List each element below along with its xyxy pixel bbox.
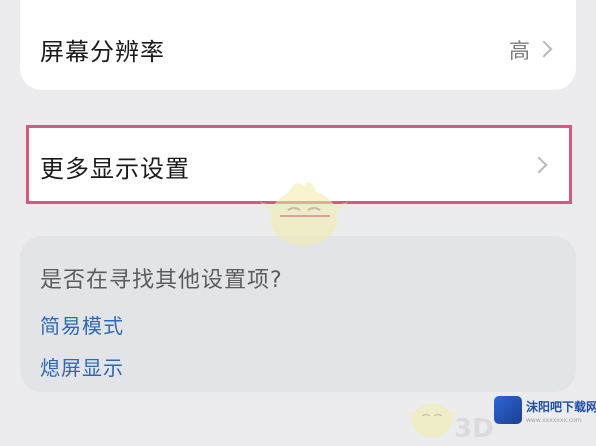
- mascot-watermark-small-icon: [405, 403, 459, 438]
- screen-resolution-value: 高: [509, 39, 530, 63]
- screen-resolution-label: 屏幕分辨率: [40, 38, 165, 66]
- more-display-settings-label: 更多显示设置: [40, 155, 190, 183]
- screen-resolution-row[interactable]: 屏幕分辨率 高: [20, 0, 576, 90]
- watermark-3d-text: 3D: [454, 414, 494, 444]
- site-logo-icon: [494, 396, 522, 424]
- simple-mode-link[interactable]: 简易模式: [40, 310, 124, 339]
- screen-off-display-link[interactable]: 熄屏显示: [40, 352, 124, 381]
- site-logo-subtext: www.xxxxxxx.com: [526, 417, 582, 424]
- chevron-right-icon: [535, 40, 553, 58]
- search-suggestions-card: 是否在寻找其他设置项? 简易模式 熄屏显示: [20, 236, 576, 392]
- mascot-watermark-icon: [260, 182, 348, 246]
- chevron-right-icon: [530, 156, 548, 174]
- site-logo: 沫阳吧下载网 www.xxxxxxx.com: [494, 396, 596, 436]
- search-suggestions-title: 是否在寻找其他设置项?: [40, 268, 283, 293]
- site-logo-text: 沫阳吧下载网: [526, 400, 596, 414]
